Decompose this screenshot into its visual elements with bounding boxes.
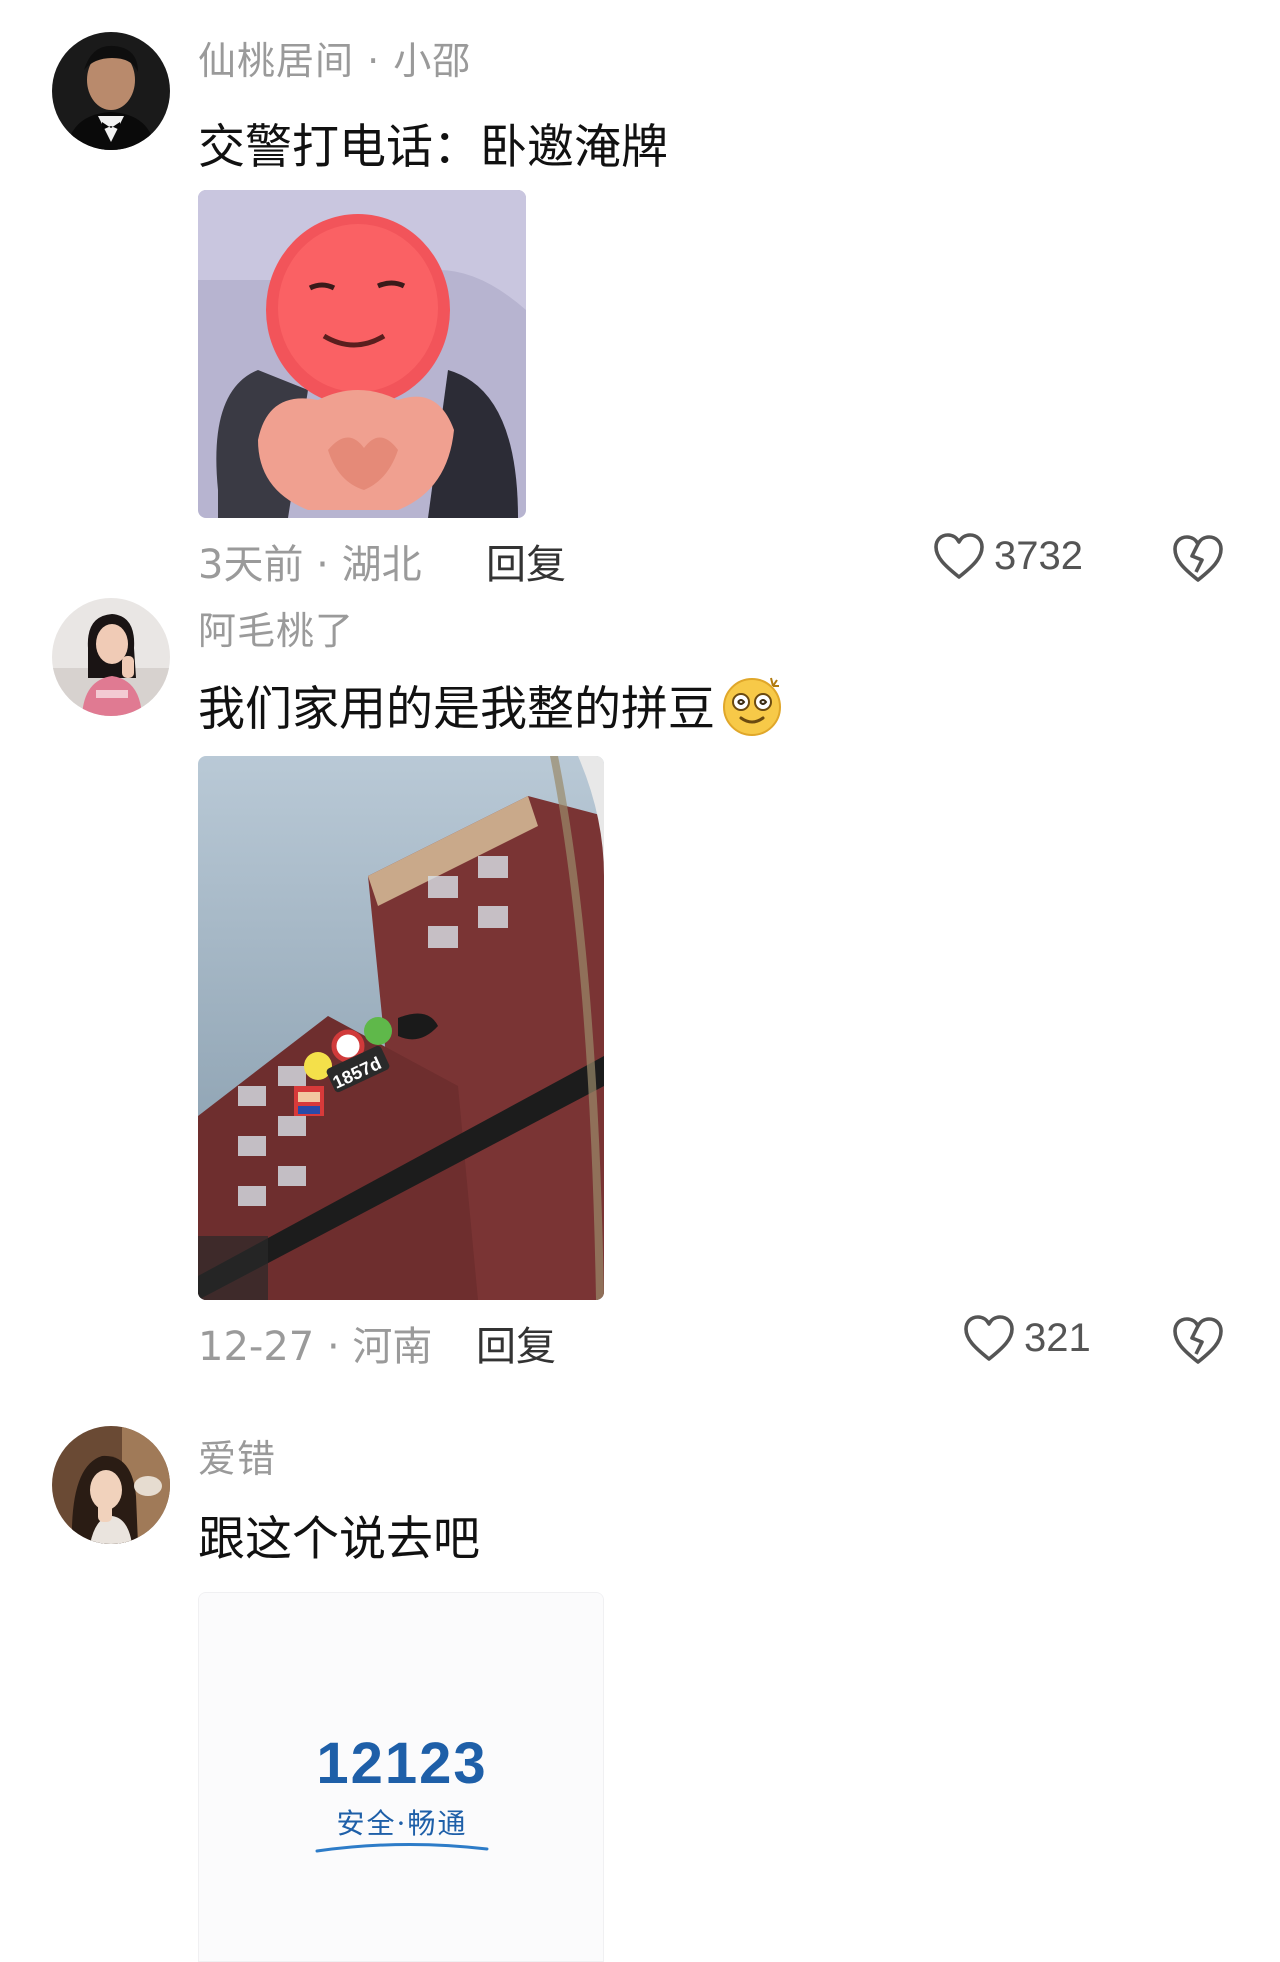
windshield-bead-plate-photo: 1857d — [198, 756, 604, 1300]
dizzy-smile-emoji — [723, 677, 781, 736]
woman-in-pink-avatar — [52, 598, 170, 716]
app-12123-logo: 12123 安全·畅通 — [199, 1593, 603, 1961]
username[interactable]: 爱错 — [198, 1428, 276, 1483]
man-in-tuxedo-avatar — [52, 32, 170, 150]
dislike-button[interactable] — [1170, 530, 1226, 586]
comment-text-content: 我们家用的是我整的拼豆 — [198, 682, 715, 737]
comment-text: 跟这个说去吧 — [198, 1500, 480, 1569]
like-button[interactable]: 321 — [962, 1308, 1091, 1368]
reply-button[interactable]: 回复 — [476, 1314, 556, 1372]
broken-heart-icon — [1173, 535, 1223, 582]
red-face-meme-sticker — [198, 190, 526, 518]
comment-text: 我们家用的是我整的拼豆 — [198, 670, 785, 739]
girl-selfie-avatar — [52, 1426, 170, 1544]
comment-meta: 3天前 · 湖北 — [198, 542, 422, 588]
comment-image[interactable]: 1857d — [198, 756, 604, 1300]
username[interactable]: 阿毛桃了 — [198, 600, 354, 655]
comment-image[interactable] — [198, 190, 526, 518]
reply-button[interactable]: 回复 — [486, 532, 566, 590]
comment-text-content: 交警打电话：卧邀淹牌 — [198, 120, 668, 175]
like-count: 3732 — [994, 533, 1083, 578]
app-logo-slogan: 安全·畅通 — [337, 1807, 468, 1840]
heart-icon — [964, 1315, 1014, 1361]
app-logo-number: 12123 — [316, 1731, 487, 1796]
comment-meta: 12-27 · 河南 — [198, 1324, 433, 1370]
avatar[interactable] — [52, 598, 170, 716]
like-count: 321 — [1024, 1315, 1091, 1360]
comment-text: 交警打电话：卧邀淹牌 — [198, 108, 668, 177]
dislike-button[interactable] — [1170, 1312, 1226, 1368]
broken-heart-icon — [1173, 1317, 1223, 1364]
username[interactable]: 仙桃居间 · 小邵 — [198, 30, 471, 85]
comment-image[interactable]: 12123 安全·畅通 — [198, 1592, 604, 1962]
avatar[interactable] — [52, 1426, 170, 1544]
like-button[interactable]: 3732 — [932, 526, 1083, 586]
comment-text-content: 跟这个说去吧 — [198, 1512, 480, 1567]
heart-icon — [934, 533, 984, 579]
avatar[interactable] — [52, 32, 170, 150]
